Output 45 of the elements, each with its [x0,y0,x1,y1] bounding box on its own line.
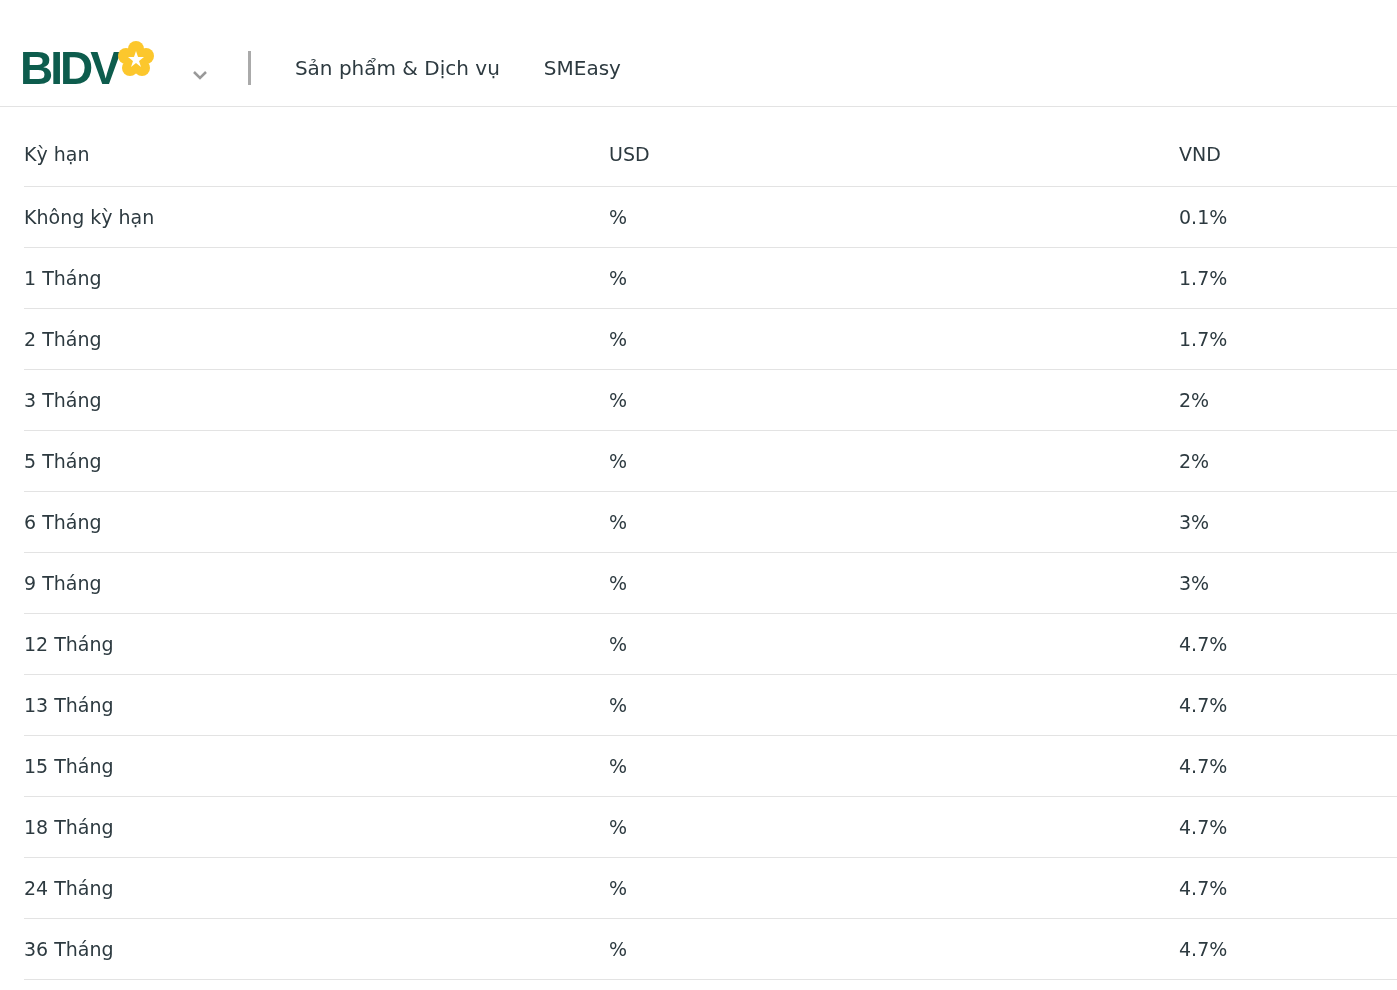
table-cell-text: 2% [1179,448,1211,474]
table-cell-text: 24 Tháng [24,875,115,901]
table-cell-text: % [609,570,629,596]
table-cell-text: % [609,265,629,291]
table-cell-text: % [609,814,629,840]
table-cell-text: 4.7% [1179,692,1229,718]
table-cell-text: % [609,692,629,718]
table-cell-text: 0.1% [1179,204,1229,230]
table-cell-text: 13 Tháng [24,692,115,718]
table-cell-text: % [609,936,629,962]
chevron-down-icon[interactable] [191,70,208,80]
table-cell-text: Không kỳ hạn [24,204,156,230]
table-cell-text: 18 Tháng [24,814,115,840]
table-cell-text: % [609,448,629,474]
table-cell-text: 15 Tháng [24,753,115,779]
table-cell-text: % [609,326,629,352]
table-cell-text: 12 Tháng [24,631,115,657]
table-cell-text: % [609,387,629,413]
column-header: Kỳ hạn [24,142,91,168]
table-cell-text: 2% [1179,387,1211,413]
table-cell-text: 1 Tháng [24,265,103,291]
table-cell-text: 5 Tháng [24,448,103,474]
table-cell-text: 4.7% [1179,814,1229,840]
table-cell-text: 3 Tháng [24,387,103,413]
table-cell-text: % [609,204,629,230]
nav-link[interactable]: SMEasy [543,53,621,83]
column-header: USD [609,142,651,168]
table-cell-text: 1.7% [1179,265,1229,291]
table-cell-text: 3% [1179,570,1211,596]
table-cell-text: 3% [1179,509,1211,535]
table-cell-text: 4.7% [1179,936,1229,962]
table-cell-text: 9 Tháng [24,570,103,596]
table-cell-text: % [609,631,629,657]
table-cell-text: % [609,753,629,779]
table-cell-text: 36 Tháng [24,936,115,962]
table-cell-text: 6 Tháng [24,509,103,535]
table-cell-text: 4.7% [1179,753,1229,779]
table-cell-text: 2 Tháng [24,326,103,352]
nav-link[interactable]: Sản phẩm & Dịch vụ [294,53,500,83]
table-cell-text: 4.7% [1179,875,1229,901]
table-cell-text: % [609,509,629,535]
table-cell-text: 4.7% [1179,631,1229,657]
table-cell-text: % [609,875,629,901]
column-header: VND [1179,142,1222,168]
table-cell-text: 1.7% [1179,326,1229,352]
